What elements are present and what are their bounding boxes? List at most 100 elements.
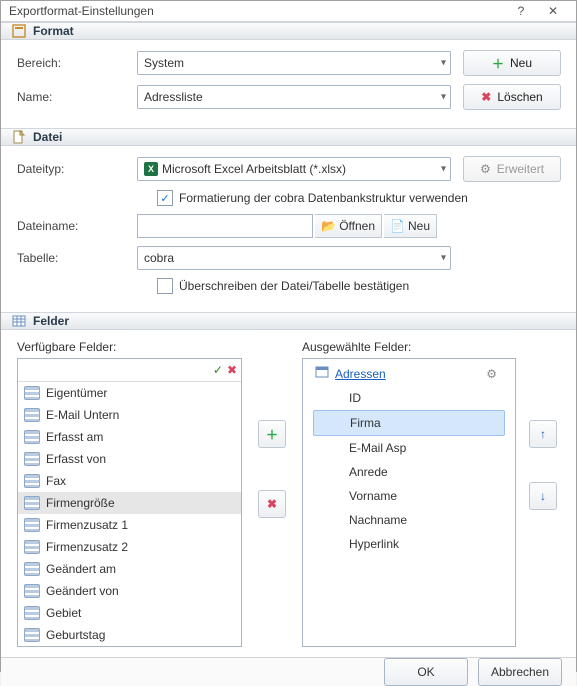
dateityp-dropdown[interactable]: X Microsoft Excel Arbeitsblatt (*.xlsx) … <box>137 157 451 181</box>
section-header-datei: Datei <box>1 128 576 146</box>
oeffnen-button[interactable]: 📂 Öffnen <box>315 214 382 238</box>
bereich-label: Bereich: <box>17 56 137 70</box>
section-title-datei: Datei <box>33 130 62 144</box>
list-item-label: Geburtstag <box>46 628 105 642</box>
list-item-label: Anrede <box>349 465 388 479</box>
list-item-label: ID <box>349 391 361 405</box>
add-field-button[interactable]: ＋ <box>258 420 286 448</box>
move-up-button[interactable]: ↑ <box>529 420 557 448</box>
name-value: Adressliste <box>144 90 203 104</box>
list-item[interactable]: Vorname <box>309 484 509 508</box>
list-item-label: Firma <box>350 416 381 430</box>
section-title-format: Format <box>33 24 74 38</box>
ok-button[interactable]: OK <box>384 658 468 686</box>
cancel-button[interactable]: Abbrechen <box>478 658 562 686</box>
list-item[interactable]: Anrede <box>309 460 509 484</box>
ueberschreiben-row: Überschreiben der Datei/Tabelle bestätig… <box>157 278 560 294</box>
list-item[interactable]: Erfasst am <box>18 426 241 448</box>
list-item[interactable]: Hyperlink <box>309 532 509 556</box>
available-list-body[interactable]: Eigentümer E-Mail UnternErfasst amErfasst… <box>18 382 241 646</box>
selected-root-link[interactable]: Adressen <box>335 367 386 381</box>
section-header-format: Format <box>1 22 576 40</box>
column-icon <box>24 628 40 642</box>
felder-icon <box>11 313 27 329</box>
close-icon: ✕ <box>548 4 558 18</box>
erweitert-button[interactable]: ⚙ Erweitert <box>463 156 561 182</box>
list-item-label: Fax <box>46 474 66 488</box>
list-item-label: E-Mail Asp <box>349 441 406 455</box>
list-item[interactable]: Fax <box>18 470 241 492</box>
list-item[interactable]: Geburtstag <box>18 624 241 646</box>
remove-field-button[interactable]: ✖ <box>258 490 286 518</box>
filter-apply-icon[interactable]: ✓ <box>213 363 223 377</box>
formatierung-label: Formatierung der cobra Datenbankstruktur… <box>179 191 468 205</box>
list-item[interactable]: Nachname <box>309 508 509 532</box>
window-title: Exportformat-Einstellungen <box>9 4 504 18</box>
move-down-button[interactable]: ↓ <box>529 482 557 510</box>
column-icon <box>24 430 40 444</box>
chevron-down-icon: ▾ <box>441 164 446 175</box>
panel-datei: Dateityp: X Microsoft Excel Arbeitsblatt… <box>1 146 576 312</box>
list-item[interactable]: Geändert von <box>18 580 241 602</box>
help-button[interactable]: ? <box>506 1 536 21</box>
dateiname-input[interactable] <box>137 214 313 238</box>
list-item[interactable]: Erfasst von <box>18 448 241 470</box>
plus-icon: ＋ <box>266 426 278 443</box>
available-column: Verfügbare Felder: ✓ ✖ EigentümerE-Mail … <box>17 340 242 647</box>
gear-icon[interactable]: ⚙ <box>486 367 497 381</box>
selected-list-body[interactable]: ID Firma E-Mail Asp Anrede VornameNachnameHy… <box>309 386 509 556</box>
panel-felder: Verfügbare Felder: ✓ ✖ EigentümerE-Mail … <box>1 330 576 657</box>
delete-format-button[interactable]: ✖ Löschen <box>463 84 561 110</box>
name-dropdown[interactable]: Adressliste ▾ <box>137 85 451 109</box>
column-icon <box>24 452 40 466</box>
list-item[interactable]: ID <box>309 386 509 410</box>
oeffnen-label: Öffnen <box>339 219 375 233</box>
ueberschreiben-checkbox[interactable] <box>157 278 173 294</box>
arrow-down-icon: ↓ <box>540 489 546 503</box>
new-format-button[interactable]: ＋ Neu <box>463 50 561 76</box>
formatierung-checkbox[interactable]: ✓ <box>157 190 173 206</box>
list-item[interactable]: Firmenzusatz 1 <box>18 514 241 536</box>
panel-format: Bereich: System ▾ ＋ Neu Name: Adresslist… <box>1 40 576 128</box>
remove-icon: ✖ <box>267 497 277 511</box>
column-icon <box>24 386 40 400</box>
list-item-label: Firmengröße <box>46 496 115 510</box>
delete-format-label: Löschen <box>497 90 542 104</box>
list-item[interactable]: Firma <box>313 410 505 436</box>
help-icon: ? <box>518 4 525 18</box>
list-item-label: Eigentümer <box>46 386 107 400</box>
selected-root-row[interactable]: Adressen ⚙ <box>309 365 509 386</box>
chevron-down-icon: ▾ <box>441 92 446 103</box>
add-remove-column: ＋ ✖ <box>252 340 292 647</box>
neu-datei-button[interactable]: 📄 Neu <box>384 214 437 238</box>
dateityp-value: Microsoft Excel Arbeitsblatt (*.xlsx) <box>162 162 346 176</box>
gear-icon: ⚙ <box>480 162 491 176</box>
filter-input[interactable] <box>22 360 209 380</box>
list-item-label: Geändert am <box>46 562 116 576</box>
arrow-up-icon: ↑ <box>540 427 546 441</box>
close-button[interactable]: ✕ <box>538 1 568 21</box>
selected-tree: Adressen ⚙ ID Firma E-Mail Asp Anrede Vornam… <box>303 359 515 562</box>
filter-clear-icon[interactable]: ✖ <box>227 363 237 377</box>
tabelle-label: Tabelle: <box>17 251 137 265</box>
excel-icon: X <box>144 162 158 176</box>
bereich-dropdown[interactable]: System ▾ <box>137 51 451 75</box>
title-bar: Exportformat-Einstellungen ? ✕ <box>1 1 576 22</box>
column-icon <box>24 584 40 598</box>
list-item[interactable]: Gebiet <box>18 602 241 624</box>
list-item[interactable]: E-Mail Untern <box>18 404 241 426</box>
table-icon <box>315 365 329 382</box>
list-item[interactable]: Firmengröße <box>18 492 241 514</box>
list-item-label: Gebiet <box>46 606 81 620</box>
ok-label: OK <box>417 665 434 679</box>
list-item[interactable]: Firmenzusatz 2 <box>18 536 241 558</box>
dateityp-label: Dateityp: <box>17 162 137 176</box>
section-title-felder: Felder <box>33 314 69 328</box>
list-item[interactable]: Geändert am <box>18 558 241 580</box>
name-label: Name: <box>17 90 137 104</box>
tabelle-dropdown[interactable]: cobra ▾ <box>137 246 451 270</box>
list-item[interactable]: E-Mail Asp <box>309 436 509 460</box>
column-icon <box>24 540 40 554</box>
dateiname-label: Dateiname: <box>17 219 137 233</box>
list-item[interactable]: Eigentümer <box>18 382 241 404</box>
